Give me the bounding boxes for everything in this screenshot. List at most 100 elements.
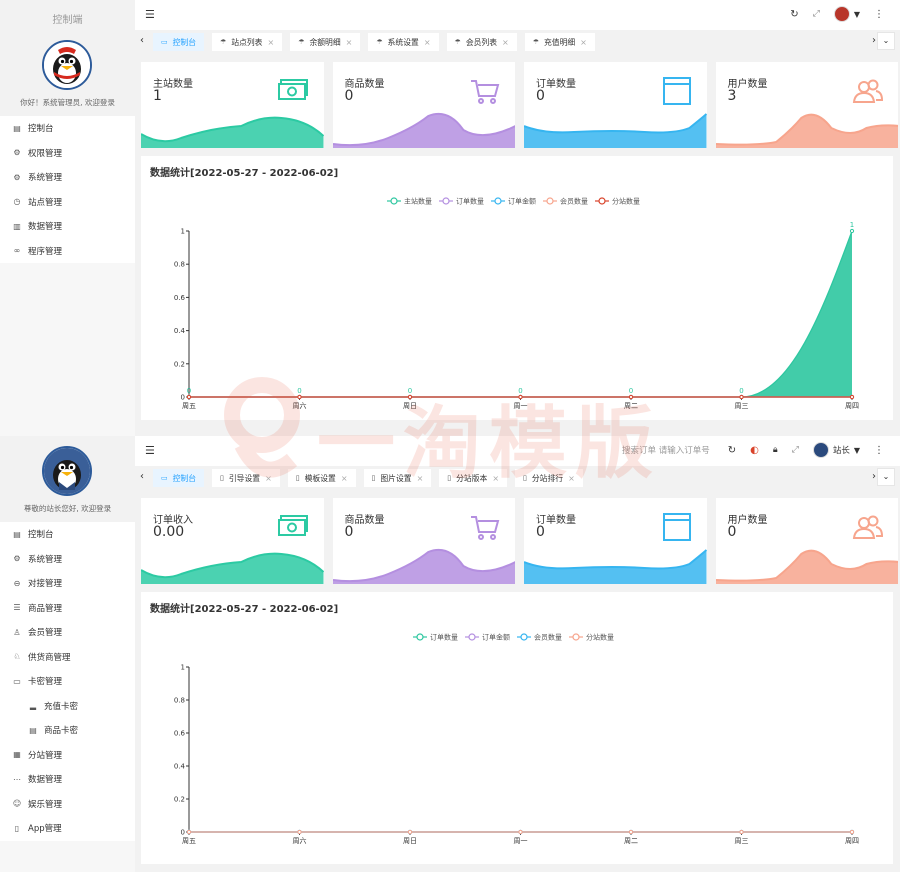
data-point[interactable]: [518, 394, 523, 400]
fullscreen-icon[interactable]: ⤢: [792, 445, 799, 455]
wave-line: [524, 549, 707, 570]
tab[interactable]: ☂ 系统设置 ×: [368, 33, 439, 51]
sidebar-item[interactable]: ☰ 商品管理: [0, 596, 135, 621]
data-point[interactable]: [849, 394, 855, 400]
close-icon[interactable]: ×: [341, 474, 348, 483]
sidebar-item[interactable]: ▂ 充值卡密: [0, 694, 135, 719]
sidebar-item[interactable]: ☺ 娱乐管理: [0, 792, 135, 817]
more-vertical-icon[interactable]: ⋮: [874, 9, 884, 20]
tab[interactable]: ☂ 站点列表 ×: [212, 33, 283, 51]
tab[interactable]: ☂ 充值明细 ×: [524, 33, 595, 51]
menu-fold-icon[interactable]: ☰: [145, 8, 155, 21]
sidebar-item[interactable]: ▦ 分站管理: [0, 743, 135, 768]
legend-item[interactable]: 会员数量: [543, 197, 588, 206]
sidebar-header: 控制端 你好！系统管理员, 欢迎登录: [0, 0, 135, 116]
refresh-icon[interactable]: ↻: [728, 445, 736, 456]
data-point[interactable]: [297, 394, 302, 400]
refresh-icon[interactable]: ↻: [790, 9, 798, 20]
tab[interactable]: ▭ 控制台: [153, 469, 205, 487]
more-vertical-icon[interactable]: ⋮: [874, 445, 884, 456]
legend-item[interactable]: 订单数量: [413, 633, 458, 642]
tab-next-icon[interactable]: ›: [872, 35, 876, 46]
tab-dropdown-icon[interactable]: ⌄: [877, 468, 895, 486]
avatar[interactable]: [42, 40, 92, 90]
sidebar-item[interactable]: ▤ 商品卡密: [0, 718, 135, 743]
legend-item[interactable]: 订单数量: [439, 197, 484, 206]
close-icon[interactable]: ×: [424, 38, 431, 47]
y-tick-label: 0.4: [174, 763, 186, 771]
wave-line: [524, 113, 707, 134]
tab[interactable]: ▭ 控制台: [153, 33, 205, 51]
data-point[interactable]: [628, 394, 634, 400]
lock-icon[interactable]: 🔒︎: [773, 445, 778, 455]
legend-item[interactable]: 订单金额: [465, 633, 510, 642]
data-point[interactable]: [186, 394, 192, 400]
close-icon[interactable]: ×: [568, 474, 575, 483]
sidebar-item[interactable]: ♙ 会员管理: [0, 620, 135, 645]
tab-next-icon[interactable]: ›: [872, 471, 876, 482]
sidebar-item[interactable]: ▥ 数据管理: [0, 214, 135, 239]
close-icon[interactable]: ×: [502, 38, 509, 47]
data-point[interactable]: [186, 829, 192, 835]
data-point[interactable]: [849, 228, 855, 234]
close-icon[interactable]: ×: [417, 474, 424, 483]
sidebar-item[interactable]: ▤ 控制台: [0, 116, 135, 141]
sidebar-item-label: 商品卡密: [44, 726, 79, 737]
x-tick-label: 周二: [624, 402, 638, 410]
fullscreen-icon[interactable]: ⤢: [813, 9, 820, 19]
tab-dropdown-icon[interactable]: ⌄: [877, 32, 895, 50]
legend-item[interactable]: 分站数量: [569, 633, 614, 642]
data-point[interactable]: [739, 829, 744, 835]
legend-item[interactable]: 订单金额: [491, 197, 536, 206]
close-icon[interactable]: ×: [265, 474, 272, 483]
data-point[interactable]: [628, 829, 634, 835]
legend-item[interactable]: 会员数量: [517, 633, 562, 642]
tab-prev-icon[interactable]: ‹: [135, 35, 149, 46]
tab[interactable]: ☂ 会员列表 ×: [446, 33, 517, 51]
tab[interactable]: ▯ 图片设置 ×: [363, 469, 432, 487]
sidebar-item-label: 站点管理: [28, 197, 63, 208]
sidebar-item[interactable]: ⊖ 对接管理: [0, 571, 135, 596]
data-point[interactable]: [739, 394, 744, 400]
data-point[interactable]: [849, 829, 855, 835]
sidebar-item[interactable]: ▯ App管理: [0, 816, 135, 841]
user-menu[interactable]: 站长 ▼: [812, 442, 860, 458]
sidebar-item[interactable]: ⋯ 数据管理: [0, 767, 135, 792]
sidebar-item[interactable]: ◷ 站点管理: [0, 190, 135, 215]
legend-item[interactable]: 主站数量: [387, 197, 432, 206]
legend-label: 订单金额: [482, 633, 510, 642]
data-point[interactable]: [297, 829, 302, 835]
data-point[interactable]: [407, 394, 413, 400]
sidebar-item[interactable]: ⚙ 权限管理: [0, 141, 135, 166]
close-icon[interactable]: ×: [580, 38, 587, 47]
tab[interactable]: ▯ 引导设置 ×: [212, 469, 280, 487]
tab-bar: ‹ ▭ 控制台 ▯ 引导设置 × ▯ 模板设置 × ▯ 图片设置 × ▯ 分站版本 × ▯ 分站排行 × › ⌄: [135, 466, 900, 490]
order-search-input[interactable]: 搜索订单 请输入订单号: [622, 444, 710, 456]
tab-prev-icon[interactable]: ‹: [135, 471, 149, 482]
sidebar-item[interactable]: ▭ 卡密管理: [0, 669, 135, 694]
sidebar-item[interactable]: ⚙ 系统管理: [0, 547, 135, 572]
sidebar-item[interactable]: ⚙ 系统管理: [0, 165, 135, 190]
tab[interactable]: ▯ 分站排行 ×: [515, 469, 583, 487]
line-chart: 订单数量 订单金额 会员数量 分站数量 0 0.2 0.4 0.6 0.8 1 周五 周六 周日 周一 周二…: [174, 633, 859, 846]
avatar[interactable]: [42, 446, 92, 496]
sidebar-item[interactable]: ∞ 程序管理: [0, 239, 135, 264]
close-icon[interactable]: ×: [267, 38, 274, 47]
tab[interactable]: ☂ 余额明细 ×: [290, 33, 361, 51]
link-icon: ⊖: [13, 578, 21, 588]
sidebar: 控制端 你好！系统管理员, 欢迎登录 ▤ 控制台 ⚙ 权限管理 ⚙ 系统管理 ◷ 站点管理 ▥ 数…: [0, 0, 135, 436]
theme-icon[interactable]: ◐: [750, 445, 759, 456]
close-icon[interactable]: ×: [346, 38, 353, 47]
data-point[interactable]: [518, 829, 523, 835]
sidebar-item[interactable]: ♘ 供货商管理: [0, 645, 135, 670]
data-label: 0: [739, 387, 743, 395]
tab[interactable]: ▯ 分站版本 ×: [439, 469, 508, 487]
legend-item[interactable]: 分站数量: [595, 197, 640, 206]
sidebar-item[interactable]: ▤ 控制台: [0, 522, 135, 547]
close-icon[interactable]: ×: [492, 474, 499, 483]
wave-decoration: [715, 549, 898, 584]
tab[interactable]: ▯ 模板设置 ×: [287, 469, 356, 487]
data-point[interactable]: [407, 829, 413, 835]
menu-fold-icon[interactable]: ☰: [145, 444, 155, 457]
user-menu[interactable]: ▼: [833, 6, 860, 22]
